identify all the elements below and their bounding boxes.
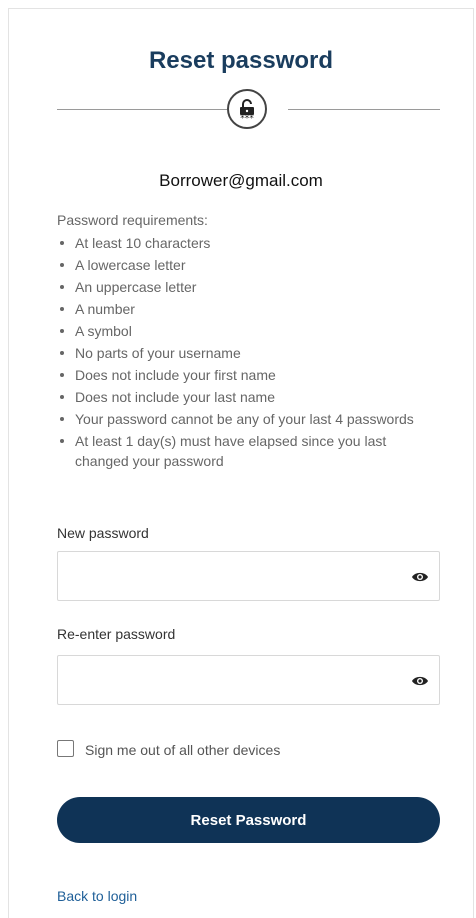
requirement-item: At least 10 characters	[57, 233, 437, 253]
requirement-item: Your password cannot be any of your last…	[57, 409, 437, 429]
requirements-title: Password requirements:	[57, 212, 208, 228]
new-password-label: New password	[57, 525, 149, 541]
reenter-password-label: Re-enter password	[57, 626, 176, 642]
requirement-item: An uppercase letter	[57, 277, 437, 297]
lock-icon: ***	[227, 89, 267, 129]
requirement-item: No parts of your username	[57, 343, 437, 363]
new-password-field	[57, 551, 440, 601]
reset-password-card: Reset password *** Borrower@gmail.com Pa…	[8, 8, 474, 918]
signout-checkbox[interactable]	[57, 740, 74, 757]
divider-left	[57, 109, 227, 110]
eye-icon[interactable]	[411, 674, 429, 688]
eye-icon[interactable]	[411, 570, 429, 584]
requirement-item: A symbol	[57, 321, 437, 341]
requirement-item: At least 1 day(s) must have elapsed sinc…	[57, 431, 437, 471]
account-email: Borrower@gmail.com	[159, 171, 323, 190]
signout-checkbox-label[interactable]: Sign me out of all other devices	[85, 742, 280, 758]
requirements-list: At least 10 characters A lowercase lette…	[57, 233, 437, 473]
new-password-input[interactable]	[68, 552, 402, 600]
reset-password-button[interactable]: Reset Password	[57, 797, 440, 843]
back-to-login-link[interactable]: Back to login	[57, 888, 137, 904]
requirement-item: A number	[57, 299, 437, 319]
reenter-password-input[interactable]	[68, 656, 402, 704]
requirement-item: Does not include your first name	[57, 365, 437, 385]
requirement-item: Does not include your last name	[57, 387, 437, 407]
page-title: Reset password	[148, 47, 334, 74]
divider-right	[288, 109, 440, 110]
svg-text:***: ***	[240, 114, 254, 121]
requirement-item: A lowercase letter	[57, 255, 437, 275]
reenter-password-field	[57, 655, 440, 705]
